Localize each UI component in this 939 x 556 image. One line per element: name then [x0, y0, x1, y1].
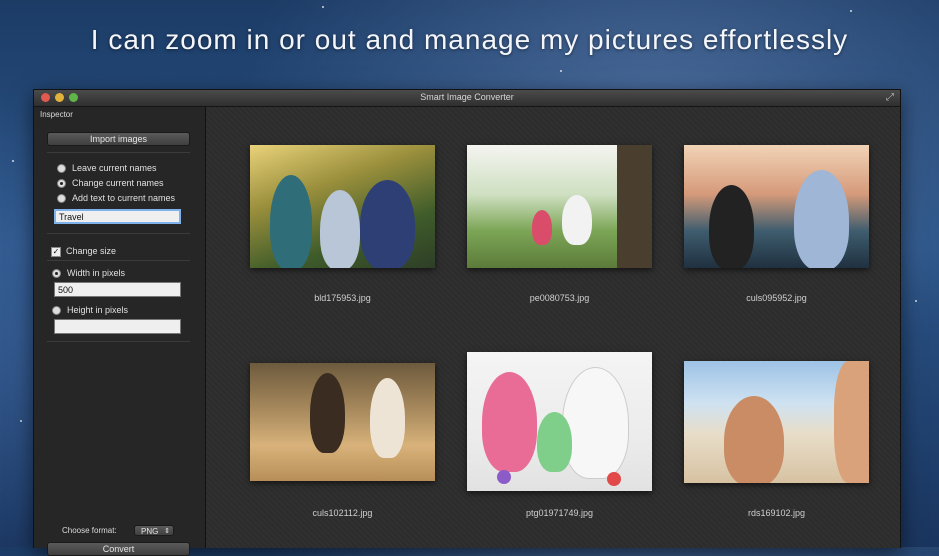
- ball-shape: [607, 472, 621, 486]
- radio-height[interactable]: Height in pixels: [52, 305, 129, 316]
- radio-icon: [52, 306, 61, 316]
- park-photo[interactable]: [467, 145, 652, 268]
- image-filename: bld175953.jpg: [314, 293, 371, 303]
- radio-leave-names[interactable]: Leave current names: [57, 163, 157, 174]
- radio-width[interactable]: Width in pixels: [52, 268, 126, 279]
- radio-label: Add text to current names: [72, 193, 176, 203]
- radio-label: Leave current names: [72, 163, 157, 173]
- person-shape: [270, 175, 312, 268]
- format-value: PNG: [141, 527, 159, 536]
- inspector-label: Inspector: [40, 110, 73, 119]
- image-grid: bld175953.jpg pe0080753.jpg culs095952.j…: [206, 107, 900, 548]
- change-size-label: Change size: [66, 246, 117, 256]
- radio-label: Change current names: [72, 178, 164, 188]
- image-filename: rds169102.jpg: [747, 508, 806, 518]
- person-shape: [320, 190, 360, 268]
- change-size-checkbox[interactable]: ✓ Change size: [51, 246, 116, 257]
- person-shape: [562, 367, 629, 479]
- radio-add-text[interactable]: Add text to current names: [57, 193, 176, 204]
- star: [560, 70, 562, 72]
- image-filename: ptg01971749.jpg: [525, 508, 594, 518]
- family-play-photo[interactable]: [467, 352, 652, 491]
- star: [20, 420, 22, 422]
- radio-selected-icon: [52, 269, 61, 279]
- star: [322, 6, 324, 8]
- person-shape: [724, 396, 784, 483]
- family-photo[interactable]: [250, 145, 435, 268]
- window-title: Smart Image Converter: [420, 92, 514, 102]
- title-bar: Smart Image Converter ⤢: [34, 90, 900, 107]
- sunscreen-photo[interactable]: [684, 361, 869, 483]
- star: [915, 300, 917, 302]
- radio-icon: [57, 194, 66, 204]
- name-text-field[interactable]: Travel: [54, 209, 181, 224]
- radio-selected-icon: [57, 179, 66, 189]
- width-field[interactable]: 500: [54, 282, 181, 297]
- beach-run-photo[interactable]: [250, 363, 435, 481]
- person-shape: [834, 361, 869, 483]
- width-label: Width in pixels: [67, 268, 126, 278]
- stepper-arrows-icon: ⇕: [164, 528, 170, 535]
- ball-shape: [497, 470, 511, 484]
- image-filename: culs102112.jpg: [312, 508, 373, 518]
- tree-shape: [617, 145, 652, 268]
- person-shape: [537, 412, 572, 472]
- person-shape: [562, 195, 592, 245]
- person-shape: [482, 372, 537, 472]
- height-field[interactable]: [54, 319, 181, 334]
- image-filename: pe0080753.jpg: [529, 293, 590, 303]
- radio-icon: [57, 164, 66, 174]
- convert-button[interactable]: Convert: [47, 542, 190, 556]
- celebration-photo[interactable]: [684, 145, 869, 268]
- person-shape: [532, 210, 552, 245]
- headline: I can zoom in or out and manage my pictu…: [90, 24, 849, 55]
- person-shape: [794, 170, 849, 268]
- radio-change-names[interactable]: Change current names: [57, 178, 164, 189]
- fullscreen-icon[interactable]: ⤢: [886, 92, 894, 103]
- person-shape: [360, 180, 415, 268]
- height-label: Height in pixels: [67, 305, 129, 315]
- checkbox-checked-icon: ✓: [51, 246, 61, 257]
- person-shape: [370, 378, 405, 458]
- star: [850, 10, 852, 12]
- format-label: Choose format:: [62, 526, 117, 535]
- person-shape: [310, 373, 345, 453]
- star: [12, 160, 14, 162]
- import-images-button[interactable]: Import images: [47, 132, 190, 146]
- app-window: Smart Image Converter ⤢ Inspector Import…: [33, 89, 901, 556]
- format-select[interactable]: PNG ⇕: [134, 525, 174, 536]
- inspector-sidebar: Inspector Import images Leave current na…: [34, 107, 206, 556]
- person-shape: [709, 185, 754, 268]
- image-filename: culs095952.jpg: [746, 293, 807, 303]
